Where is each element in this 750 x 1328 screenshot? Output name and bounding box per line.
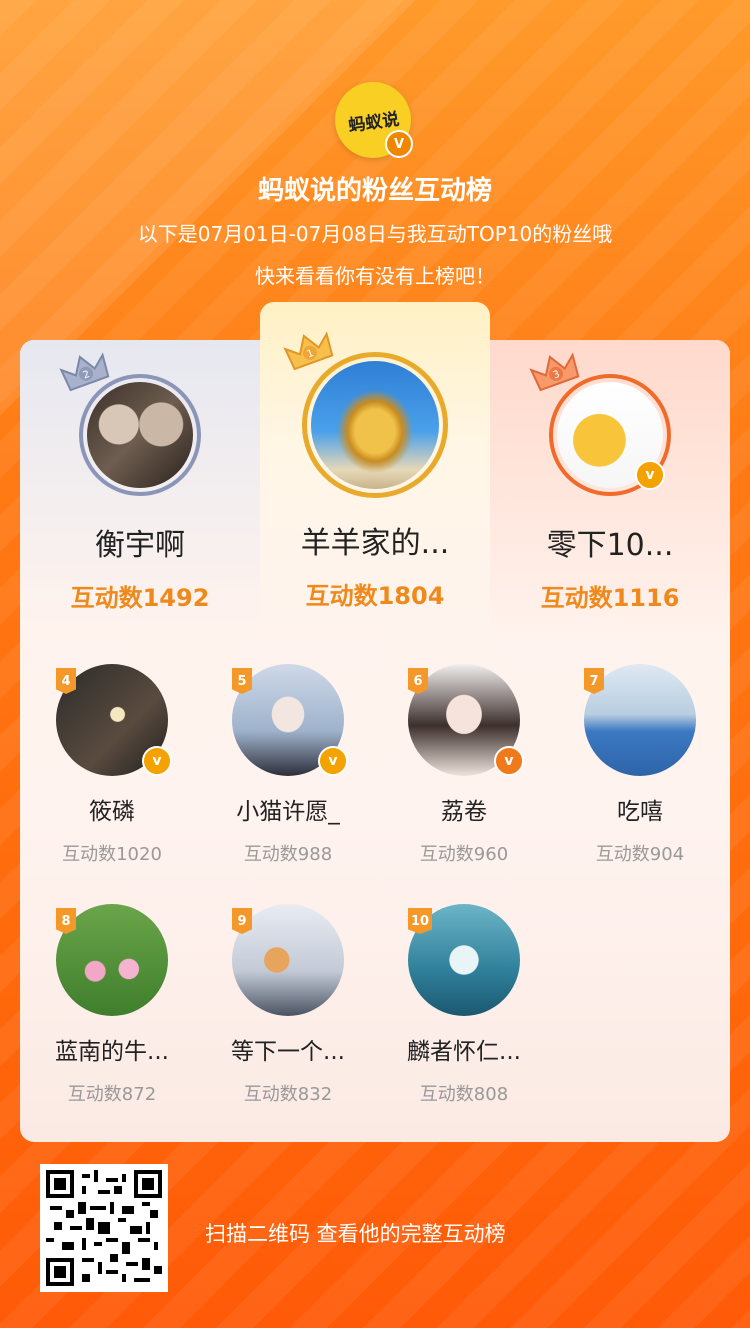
interaction-count: 互动数988 xyxy=(243,844,333,865)
interaction-count: 互动数808 xyxy=(419,1084,509,1105)
avatar[interactable]: 7 xyxy=(584,664,696,776)
verified-icon: v xyxy=(494,746,524,776)
interaction-count: 互动数1116 xyxy=(540,584,680,612)
fan-name: 羊羊家的... xyxy=(300,526,450,561)
interaction-count: 互动数960 xyxy=(419,844,509,865)
rank-badge: 4 xyxy=(56,668,76,694)
scan-prompt-text: 扫描二维码 查看他的完整互动榜 xyxy=(205,1222,506,1246)
streamer-avatar[interactable]: 蚂蚁说 V xyxy=(335,82,413,158)
interaction-count: 互动数872 xyxy=(67,1084,157,1105)
fan-name: 蓝南的牛... xyxy=(55,1039,169,1065)
call-to-action-text: 快来看看你有没有上榜吧！ xyxy=(255,264,495,288)
rank-badge: 9 xyxy=(232,908,252,934)
fan-name: 吃嘻 xyxy=(617,799,663,825)
avatar[interactable]: 10 xyxy=(408,904,520,1016)
avatar[interactable]: 3 v xyxy=(529,352,671,496)
fan-name: 荔卷 xyxy=(441,799,487,825)
rank-badge: 7 xyxy=(584,668,604,694)
interaction-count: 互动数1492 xyxy=(70,584,210,612)
avatar[interactable]: 2 xyxy=(59,352,201,496)
interaction-count: 互动数1020 xyxy=(62,844,162,865)
verified-icon: v xyxy=(635,460,665,490)
qr-code-icon xyxy=(46,1170,162,1286)
qr-code[interactable] xyxy=(40,1164,168,1292)
fan-entry-rank-4[interactable]: 4 v 筱磷 互动数1020 xyxy=(24,664,200,866)
avatar[interactable]: 1 xyxy=(283,331,448,498)
avatar[interactable]: 8 xyxy=(56,904,168,1016)
avatar[interactable]: 4 v xyxy=(56,664,172,776)
fan-entry-rank-7[interactable]: 7 吃嘻 互动数904 xyxy=(552,664,728,866)
fan-entry-rank-3[interactable]: 3 v 零下10... 互动数1116 xyxy=(510,352,710,613)
fan-name: 衡宇啊 xyxy=(95,528,185,563)
verified-icon: v xyxy=(318,746,348,776)
leaderboard-card: 2 衡宇啊 互动数1492 1 羊羊家的... 互动数1804 3 v 零下10… xyxy=(20,302,730,1142)
avatar[interactable]: 9 xyxy=(232,904,344,1016)
verified-icon: V xyxy=(385,130,413,158)
fan-entry-rank-1[interactable]: 1 羊羊家的... 互动数1804 xyxy=(275,331,475,611)
interaction-count: 互动数904 xyxy=(595,844,685,865)
fan-name: 麟者怀仁... xyxy=(407,1039,521,1065)
fan-entry-rank-5[interactable]: 5 v 小猫许愿_ 互动数988 xyxy=(200,664,376,866)
avatar[interactable]: 5 v xyxy=(232,664,348,776)
verified-icon: v xyxy=(142,746,172,776)
interaction-count: 互动数1804 xyxy=(305,582,445,610)
interaction-count: 互动数832 xyxy=(243,1084,333,1105)
rank-badge: 8 xyxy=(56,908,76,934)
rank-badge: 5 xyxy=(232,668,252,694)
fan-name: 筱磷 xyxy=(89,799,135,825)
page-title: 蚂蚁说的粉丝互动榜 xyxy=(257,176,492,206)
fan-entry-rank-9[interactable]: 9 等下一个... 互动数832 xyxy=(200,904,376,1106)
fan-entry-rank-2[interactable]: 2 衡宇啊 互动数1492 xyxy=(40,352,240,613)
fan-name: 小猫许愿_ xyxy=(236,799,340,825)
fan-entry-rank-8[interactable]: 8 蓝南的牛... 互动数872 xyxy=(24,904,200,1106)
rank-badge: 6 xyxy=(408,668,428,694)
fan-entry-rank-10[interactable]: 10 麟者怀仁... 互动数808 xyxy=(376,904,552,1106)
fan-name: 零下10... xyxy=(546,528,674,563)
date-range-text: 以下是07月01日-07月08日与我互动TOP10的粉丝哦 xyxy=(137,222,613,246)
avatar[interactable]: 6 v xyxy=(408,664,524,776)
fan-name: 等下一个... xyxy=(231,1039,345,1065)
fan-entry-rank-6[interactable]: 6 v 荔卷 互动数960 xyxy=(376,664,552,866)
rank-badge: 10 xyxy=(408,908,432,934)
